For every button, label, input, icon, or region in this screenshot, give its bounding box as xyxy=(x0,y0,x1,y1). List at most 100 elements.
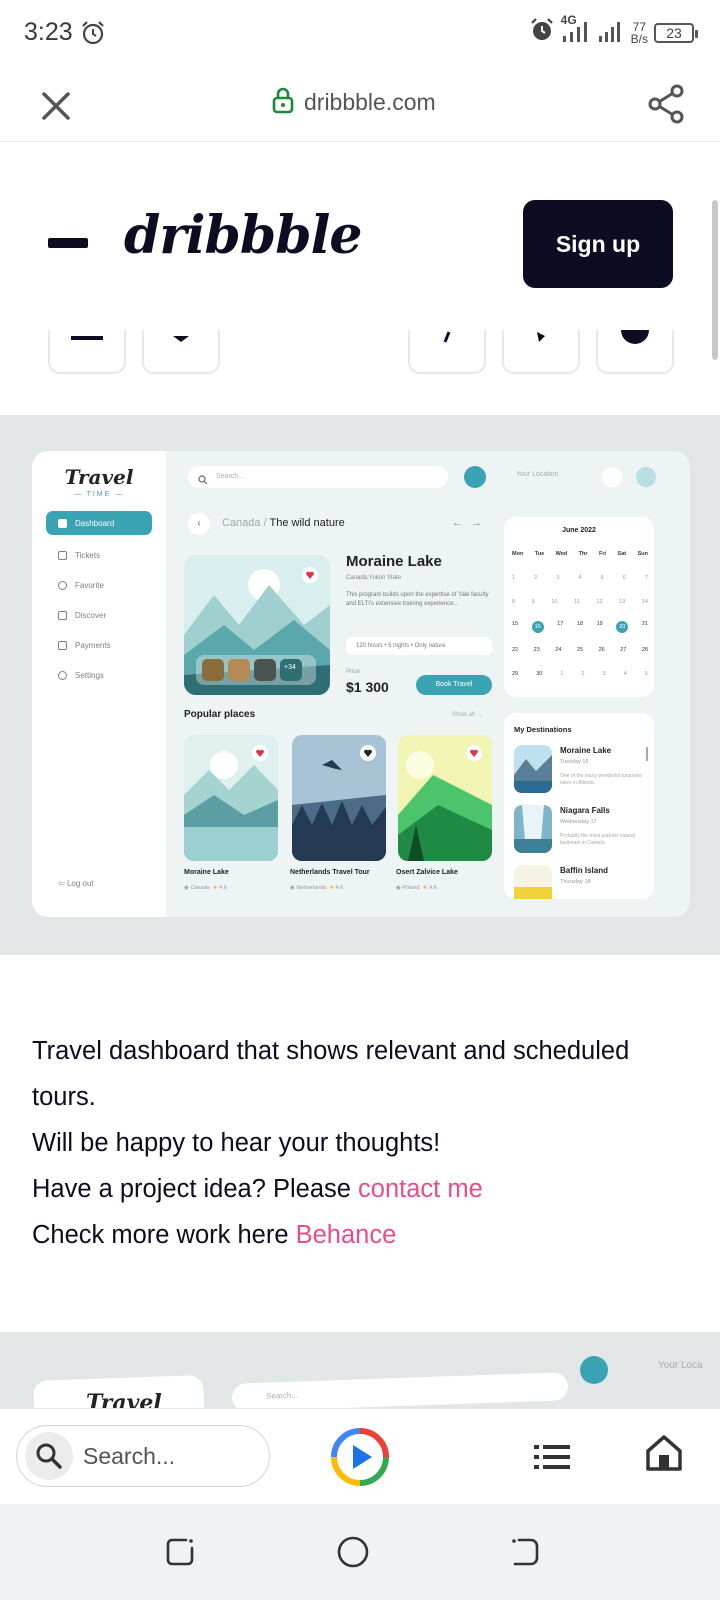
description-line: Travel dashboard that shows relevant and… xyxy=(32,1037,630,1111)
home-icon[interactable] xyxy=(644,1433,684,1473)
popular-card-image xyxy=(184,735,278,861)
signal-icon xyxy=(597,16,625,49)
calendar-week: 22 23 24 25 26 27 28 xyxy=(512,647,648,653)
calendar-week: 15 16 17 18 19 20 21 xyxy=(512,621,648,633)
calendar-day: 1 xyxy=(512,575,516,581)
price-value: $1 300 xyxy=(346,679,389,695)
scrollbar[interactable] xyxy=(712,200,718,360)
share-button[interactable] xyxy=(502,330,580,374)
breadcrumb-current: The wild nature xyxy=(269,517,345,529)
destination-name: Baffin Island xyxy=(560,866,609,875)
calendar-day: 2 xyxy=(534,575,538,581)
weekday: Fri xyxy=(599,551,607,557)
calendar-day: 24 xyxy=(555,647,562,653)
description-line: Check more work here Behance xyxy=(32,1212,682,1258)
calendar-day: 4 xyxy=(578,575,582,581)
popular-place-name: Moraine Lake xyxy=(184,869,229,876)
list-icon[interactable] xyxy=(532,1439,572,1475)
dribbble-logo[interactable]: dribbble xyxy=(124,205,362,266)
popular-place-rating: 4.6 xyxy=(219,885,227,891)
info-button[interactable] xyxy=(596,330,674,374)
calendar-day: 30 xyxy=(536,671,543,677)
share-icon[interactable] xyxy=(644,82,688,126)
calendar-day: 13 xyxy=(619,599,626,605)
sidebar-item-label: Tickets xyxy=(75,550,101,560)
place-title: Moraine Lake xyxy=(346,553,442,570)
contact-me-link[interactable]: contact me xyxy=(358,1175,483,1203)
battery-level: 23 xyxy=(666,24,682,41)
sidebar-item-payments: Payments xyxy=(46,633,152,657)
network-type: 4G xyxy=(560,13,577,27)
calendar-day: 15 xyxy=(512,621,519,627)
play-icon[interactable] xyxy=(330,1427,390,1487)
calendar-day: 27 xyxy=(620,647,627,653)
calendar-weekdays: Mon Tue Wed Thr Fri Sat Sun xyxy=(512,551,648,557)
recent-apps-icon[interactable] xyxy=(162,1534,198,1570)
calendar-day: 26 xyxy=(598,647,605,653)
popular-place-meta: ◉ Canada ★ 4.6 xyxy=(184,885,227,891)
filter-icon xyxy=(580,1356,608,1384)
calendar-day: 11 xyxy=(574,599,580,605)
popular-place-rating: 4.6 xyxy=(335,885,344,891)
trip-chips: 120 hours • 5 nights • Only nature xyxy=(346,637,492,655)
sign-up-button[interactable]: Sign up xyxy=(523,200,673,288)
sidebar-item-label: Payments xyxy=(75,640,111,650)
destination-desc: One of the many wonderful turquoise lake… xyxy=(560,773,642,786)
calendar-week: 8 9 10 11 12 13 14 xyxy=(512,599,648,605)
destination-name: Niagara Falls xyxy=(560,806,610,815)
edit-button[interactable] xyxy=(408,330,486,374)
description-text: Have a project idea? Please xyxy=(32,1175,359,1203)
popular-place-rating: 4.6 xyxy=(429,885,437,891)
heart-icon xyxy=(58,580,67,590)
alarm-icon xyxy=(529,17,555,48)
sidebar-item-label: Settings xyxy=(75,670,104,680)
sidebar-item-dashboard: Dashboard xyxy=(46,511,152,535)
menu-icon[interactable] xyxy=(48,236,88,248)
bell-icon xyxy=(602,467,622,487)
url-display[interactable]: dribbble.com xyxy=(272,86,436,119)
popular-card-image xyxy=(292,735,386,861)
destinations-scrollbar xyxy=(646,747,648,761)
behance-link[interactable]: Behance xyxy=(296,1221,397,1249)
wallet-icon xyxy=(58,640,67,650)
calendar-day: 3 xyxy=(556,575,560,581)
dashboard-search: Search... xyxy=(188,466,448,488)
browser-toolbar: dribbble.com xyxy=(0,66,720,142)
home-circle-icon[interactable] xyxy=(335,1534,371,1570)
sidebar-item-label: Favorite xyxy=(75,580,104,590)
calendar-day: 28 xyxy=(641,647,648,653)
calendar-week: 1 2 3 4 5 6 7 xyxy=(512,575,648,581)
place-description: This program builds upon the expertise o… xyxy=(346,592,489,607)
calendar-day: 25 xyxy=(576,647,584,653)
dashboard-preview: Travel — TIME — Dashboard Tickets Favori… xyxy=(32,451,690,917)
hero-image: +34 xyxy=(184,555,330,695)
travel-logo: Travel xyxy=(86,1390,162,1408)
calendar-day: 1 xyxy=(560,671,564,677)
bottom-search-bar[interactable]: Search... xyxy=(16,1425,270,1487)
collection-button[interactable] xyxy=(48,330,126,374)
description-line: Will be happy to hear your thoughts! xyxy=(32,1129,441,1157)
back-icon[interactable] xyxy=(507,1534,543,1570)
heart-icon xyxy=(171,330,191,349)
close-icon[interactable] xyxy=(36,86,76,126)
description-line: Have a project idea? Please contact me xyxy=(32,1166,682,1212)
destination-thumb xyxy=(514,805,552,853)
weekday: Mon xyxy=(512,551,524,557)
calendar-day: 18 xyxy=(576,621,584,627)
sidebar-item-label: Dashboard xyxy=(75,518,115,528)
folder-icon xyxy=(70,330,104,349)
next-shot-image[interactable]: Travel Search... Your Loca xyxy=(0,1332,720,1408)
like-button[interactable] xyxy=(142,330,220,374)
breadcrumb: Canada / The wild nature xyxy=(222,517,345,529)
home-icon xyxy=(58,518,67,528)
weekday: Sat xyxy=(617,551,627,557)
sidebar-item-favorite: Favorite xyxy=(46,573,152,597)
popular-place-meta: ◉ Netherlands ★ 4.6 xyxy=(290,885,344,891)
logout-item: ⇦ Log out xyxy=(58,879,94,888)
weekday: Wed xyxy=(555,551,568,557)
send-icon xyxy=(531,330,551,349)
calendar-day: 14 xyxy=(641,599,648,605)
bottom-search-placeholder: Search... xyxy=(83,1442,176,1469)
place-location: Canada,Yukon State xyxy=(346,575,402,581)
next-shot-search: Search... xyxy=(231,1372,569,1408)
